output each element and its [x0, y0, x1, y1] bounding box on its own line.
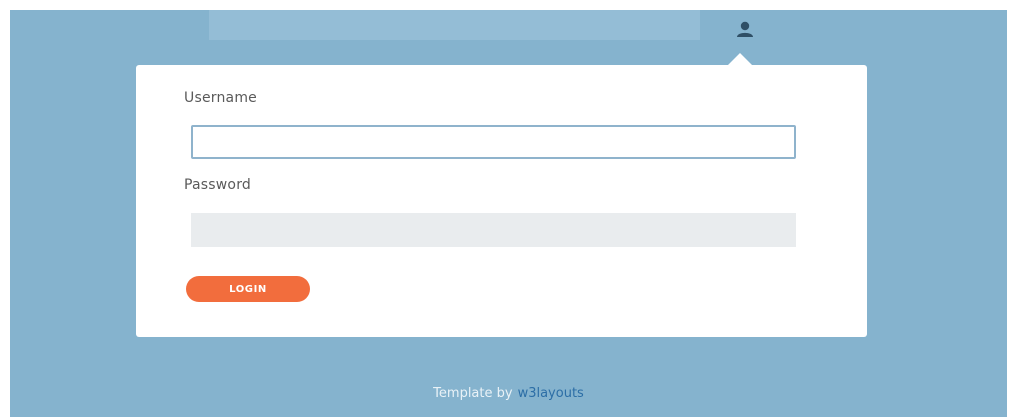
username-label: Username [184, 90, 257, 106]
login-button[interactable]: LOGIN [186, 276, 310, 302]
login-panel: Username Password LOGIN [136, 53, 867, 337]
page-background: Username Password LOGIN Template by w3lay… [10, 10, 1007, 417]
footer: Template by w3layouts [10, 386, 1007, 401]
footer-text: Template by [433, 386, 513, 401]
top-bar [209, 10, 700, 40]
password-label: Password [184, 177, 251, 193]
password-field[interactable] [191, 213, 796, 247]
footer-link-w3layouts[interactable]: w3layouts [518, 386, 584, 401]
user-icon [732, 18, 758, 40]
username-field[interactable] [191, 125, 796, 159]
user-menu-toggle[interactable] [732, 18, 758, 40]
panel-caret [728, 53, 752, 65]
